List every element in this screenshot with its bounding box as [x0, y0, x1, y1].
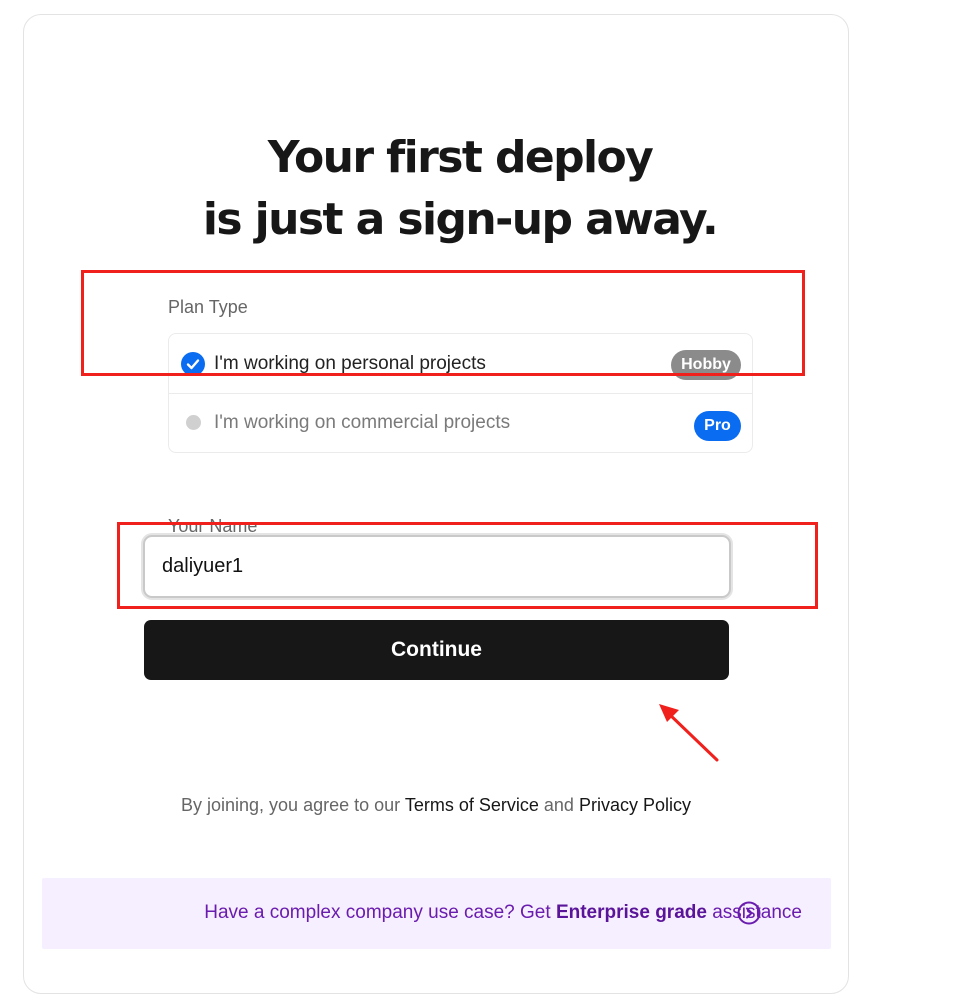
plan-option-label: I'm working on personal projects: [214, 353, 486, 374]
chevron-right-circle-icon[interactable]: [737, 901, 761, 925]
your-name-label: Your Name: [168, 516, 258, 536]
terms-notice: By joining, you agree to our Terms of Se…: [0, 795, 872, 816]
checkmark-circle-icon: [181, 352, 205, 376]
enterprise-prefix: Have a complex company use case? Get: [204, 902, 551, 923]
hobby-badge: Hobby: [671, 350, 741, 380]
terms-of-service-link[interactable]: Terms of Service: [405, 795, 539, 815]
enterprise-banner[interactable]: Have a complex company use case? Get Ent…: [42, 878, 831, 949]
plan-option-pro[interactable]: I'm working on commercial projects Pro: [169, 393, 752, 452]
enterprise-text: Have a complex company use case? Get Ent…: [42, 902, 802, 924]
page-title-line-2: is just a sign-up away.: [202, 194, 719, 245]
page-title: Your first deploy is just a sign-up away…: [24, 127, 896, 251]
radio-unselected-icon: [186, 415, 201, 430]
terms-prefix: By joining, you agree to our: [181, 795, 401, 815]
plan-type-selector: I'm working on personal projects Hobby I…: [168, 333, 753, 453]
page-title-line-1: Your first deploy: [267, 132, 654, 183]
continue-button[interactable]: Continue: [144, 620, 729, 680]
plan-option-label: I'm working on commercial projects: [214, 412, 511, 433]
enterprise-grade-link[interactable]: Enterprise grade: [556, 902, 707, 923]
annotation-arrow-icon: [659, 704, 719, 762]
plan-option-hobby[interactable]: I'm working on personal projects Hobby: [169, 334, 752, 394]
plan-type-label: Plan Type: [168, 297, 248, 317]
privacy-policy-link[interactable]: Privacy Policy: [579, 795, 691, 815]
signup-card: Your first deploy is just a sign-up away…: [23, 14, 849, 994]
pro-badge: Pro: [694, 411, 741, 441]
terms-conjunction: and: [543, 795, 574, 815]
name-input[interactable]: [143, 535, 731, 598]
